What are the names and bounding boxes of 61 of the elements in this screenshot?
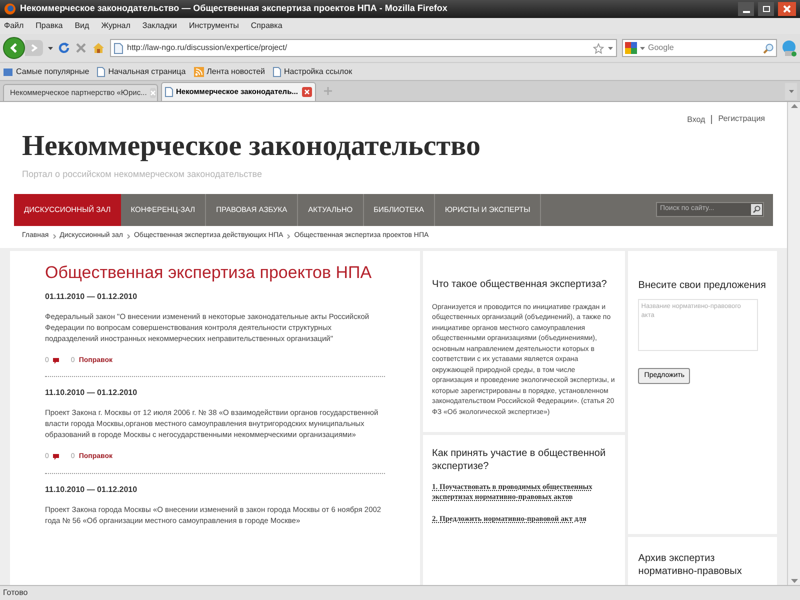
dropdown-caret-icon[interactable] xyxy=(48,46,53,50)
window-title: Некоммерческое законодательство — Общественная экспертиза проектов НПА - Mozilla Firefox xyxy=(20,2,448,16)
register-link[interactable]: Регистрация xyxy=(718,113,765,125)
home-icon[interactable] xyxy=(92,42,105,54)
chat-app-icon[interactable] xyxy=(782,40,797,56)
project-dates: 11.10.2010 — 01.12.2010 xyxy=(45,387,138,399)
search-input[interactable]: Google xyxy=(648,42,760,54)
dropdown-caret-icon[interactable] xyxy=(608,46,613,50)
search-icon[interactable] xyxy=(763,42,774,54)
caret-icon[interactable] xyxy=(788,90,794,93)
login-link[interactable]: Вход xyxy=(687,114,712,124)
scrollbar[interactable] xyxy=(787,102,800,585)
bookmark-link[interactable]: Начальная страница xyxy=(108,66,186,78)
comment-icon xyxy=(52,454,59,460)
star-icon[interactable] xyxy=(593,42,604,54)
chevron-icon xyxy=(126,234,130,239)
proposal-heading: Внесите свои предложения xyxy=(638,278,767,292)
participate-heading: Как принять участие в общественной экспертизе? xyxy=(432,447,607,473)
reload-icon[interactable] xyxy=(58,42,70,54)
feed-icon xyxy=(194,66,204,76)
bookmark-link[interactable]: Лента новостей xyxy=(206,66,265,78)
back-button[interactable] xyxy=(3,37,25,59)
scroll-down-icon[interactable] xyxy=(790,579,798,583)
page-icon xyxy=(165,87,173,97)
project-dates: 01.11.2010 — 01.12.2010 xyxy=(45,290,138,302)
archive-heading: Архив экспертиз нормативно-правовых xyxy=(638,552,743,578)
search-icon[interactable] xyxy=(751,204,762,215)
menu-item[interactable]: Файл xyxy=(4,20,24,32)
chevron-icon xyxy=(52,234,56,239)
close-icon[interactable] xyxy=(783,5,791,13)
restore-button[interactable] xyxy=(758,2,774,16)
chevron-icon xyxy=(287,234,290,239)
bookmark-link[interactable]: Самые популярные xyxy=(16,66,90,78)
page-icon xyxy=(114,42,123,54)
page-heading: Общественная экспертиза проектов НПА xyxy=(45,262,373,282)
bookmark-link[interactable]: Настройка ссылок xyxy=(284,66,352,78)
site-subtitle: Портал о российском некоммерческом законодательстве xyxy=(22,168,263,181)
scroll-up-icon[interactable] xyxy=(790,104,798,108)
stop-icon[interactable] xyxy=(75,42,87,54)
browser-logo-icon xyxy=(4,3,16,15)
dropdown-caret-icon[interactable] xyxy=(640,46,645,50)
minimize-button[interactable] xyxy=(738,2,754,16)
tab-list-button[interactable] xyxy=(785,83,797,100)
status-text: Готово xyxy=(3,587,28,599)
menu-item[interactable]: Закладки xyxy=(142,20,178,32)
menu-item[interactable]: Вид xyxy=(74,20,90,32)
project-dates: 11.10.2010 — 01.12.2010 xyxy=(45,484,138,496)
menu-item[interactable]: Инструменты xyxy=(189,20,239,32)
page-icon xyxy=(97,66,106,76)
address-field[interactable]: http://law-ngo.ru/discussion/expertice/project/ xyxy=(110,39,617,57)
close-button[interactable] xyxy=(778,2,796,16)
menu-item[interactable]: Правка xyxy=(36,20,63,32)
menu-item[interactable]: Справка xyxy=(250,20,282,32)
page-icon xyxy=(273,66,281,76)
menu-item[interactable]: Журнал xyxy=(101,20,130,32)
folder-icon xyxy=(3,66,13,76)
search-field[interactable]: Google xyxy=(622,39,777,57)
comment-icon xyxy=(52,358,59,364)
site-title: Некоммерческое законодательство xyxy=(22,130,482,162)
search-engine-icon[interactable] xyxy=(625,42,637,54)
info-heading: Что такое общественная экспертиза? xyxy=(432,278,608,292)
